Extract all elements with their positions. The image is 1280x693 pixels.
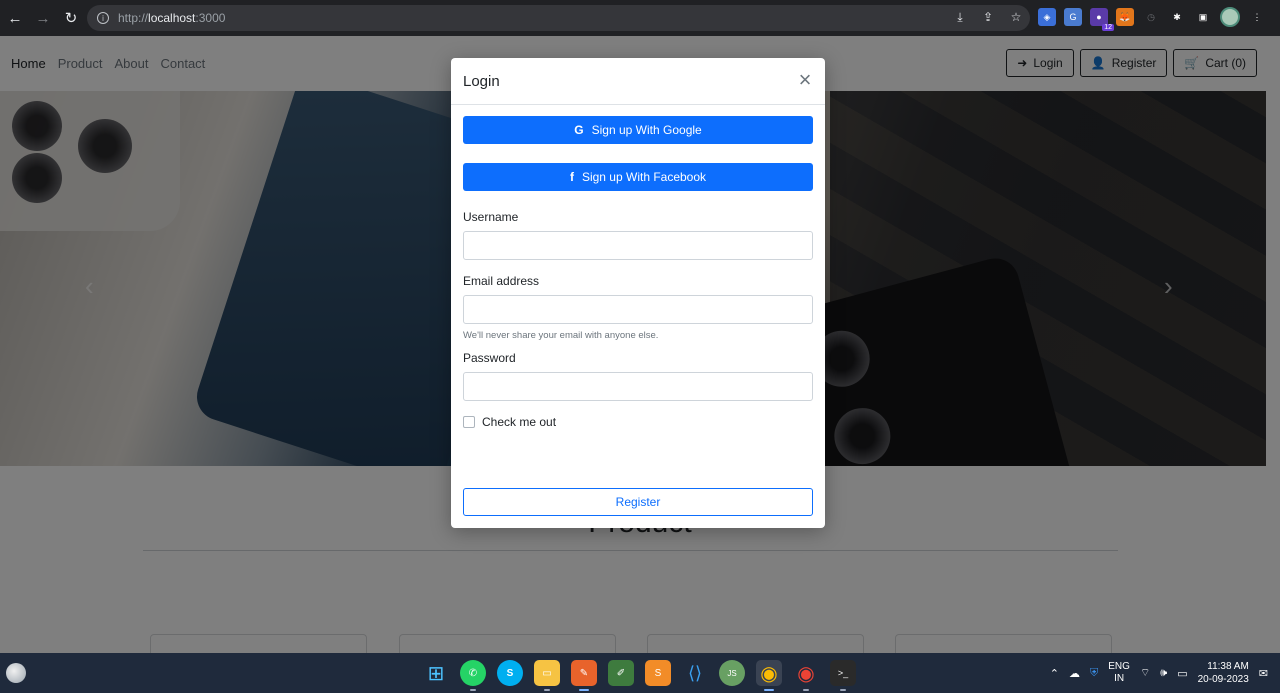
skype-icon[interactable]: S: [497, 660, 523, 686]
onedrive-cloud-icon[interactable]: ☁: [1069, 667, 1080, 680]
wifi-icon[interactable]: ⌔: [1140, 666, 1150, 680]
whatsapp-icon[interactable]: ✆: [460, 660, 486, 691]
volume-icon[interactable]: 🕪: [1160, 667, 1167, 680]
register-submit-button[interactable]: Register: [463, 488, 813, 516]
google-icon: G: [574, 123, 584, 137]
start-icon[interactable]: ⊞: [423, 660, 449, 686]
file-explorer-icon[interactable]: ▭: [534, 660, 560, 691]
chrome-icon[interactable]: ◉: [793, 660, 819, 691]
check-me-out-row[interactable]: Check me out: [463, 415, 813, 429]
chevron-up-icon[interactable]: ⌃: [1050, 667, 1059, 680]
notepad-plus-icon[interactable]: ✐: [608, 660, 634, 686]
sidebar-toggle-icon[interactable]: ▣: [1194, 8, 1212, 26]
back-icon[interactable]: ←: [2, 5, 28, 31]
address-bar[interactable]: i http://localhost:3000 ⤓ ⇪ ☆: [87, 5, 1030, 31]
bookmark-star-icon[interactable]: ☆: [1008, 9, 1024, 25]
chrome-active-icon[interactable]: ◉: [756, 660, 782, 691]
extension-translate-icon[interactable]: G: [1064, 8, 1082, 26]
extension-fox-icon[interactable]: 🦊: [1116, 8, 1134, 26]
share-icon[interactable]: ⇪: [980, 9, 996, 25]
clock[interactable]: 11:38 AM 20-09-2023: [1198, 660, 1249, 686]
password-field[interactable]: [463, 372, 813, 401]
install-icon[interactable]: ⤓: [952, 9, 968, 25]
facebook-signup-button[interactable]: f Sign up With Facebook: [463, 163, 813, 191]
sublime-text-icon[interactable]: S: [645, 660, 671, 686]
login-modal: Login × G Sign up With Google f Sign up …: [451, 58, 825, 528]
extension-clock-icon[interactable]: ◷: [1142, 8, 1160, 26]
security-shield-icon[interactable]: ⛨: [1090, 667, 1098, 680]
nodejs-icon[interactable]: JS: [719, 660, 745, 686]
notification-icon[interactable]: ✉: [1259, 667, 1268, 680]
battery-icon[interactable]: ▭: [1177, 667, 1187, 680]
modal-body: G Sign up With Google f Sign up With Fac…: [451, 105, 825, 440]
os-taskbar: ⊞ ✆ S ▭ ✎ ✐ S ⟨⟩ JS ◉ ◉ >_ ⌃ ☁ ⛨ ENG IN ⌔…: [0, 653, 1280, 693]
terminal-icon[interactable]: >_: [830, 660, 856, 691]
extension-counter-icon[interactable]: ● 12: [1090, 8, 1114, 31]
extensions-puzzle-icon[interactable]: ✱: [1168, 8, 1186, 26]
browser-toolbar: ← → ↻ i http://localhost:3000 ⤓ ⇪ ☆ ◈ G …: [0, 0, 1280, 36]
check-me-out-checkbox[interactable]: [463, 416, 475, 428]
postman-icon[interactable]: ✎: [571, 660, 597, 691]
username-label: Username: [463, 210, 519, 224]
language-indicator[interactable]: ENG IN: [1108, 661, 1130, 685]
reload-icon[interactable]: ↻: [58, 5, 84, 31]
modal-header: Login ×: [451, 58, 825, 105]
profile-avatar[interactable]: [1220, 7, 1240, 27]
weather-icon[interactable]: [6, 663, 26, 683]
email-label: Email address: [463, 274, 540, 288]
facebook-icon: f: [569, 170, 574, 184]
google-signup-button[interactable]: G Sign up With Google: [463, 116, 813, 144]
close-icon[interactable]: ×: [795, 69, 815, 91]
email-field[interactable]: [463, 295, 813, 324]
forward-icon[interactable]: →: [30, 5, 56, 31]
menu-kebab-icon[interactable]: ⋮: [1248, 8, 1266, 26]
modal-title: Login: [463, 72, 500, 90]
url-text[interactable]: http://localhost:3000: [118, 11, 225, 25]
password-label: Password: [463, 351, 516, 365]
email-help-text: We'll never share your email with anyone…: [463, 330, 659, 341]
vscode-icon[interactable]: ⟨⟩: [682, 660, 708, 686]
check-me-out-label[interactable]: Check me out: [482, 415, 556, 429]
username-field[interactable]: [463, 231, 813, 260]
site-info-icon[interactable]: i: [97, 12, 109, 24]
extension-shield-icon[interactable]: ◈: [1038, 8, 1056, 26]
